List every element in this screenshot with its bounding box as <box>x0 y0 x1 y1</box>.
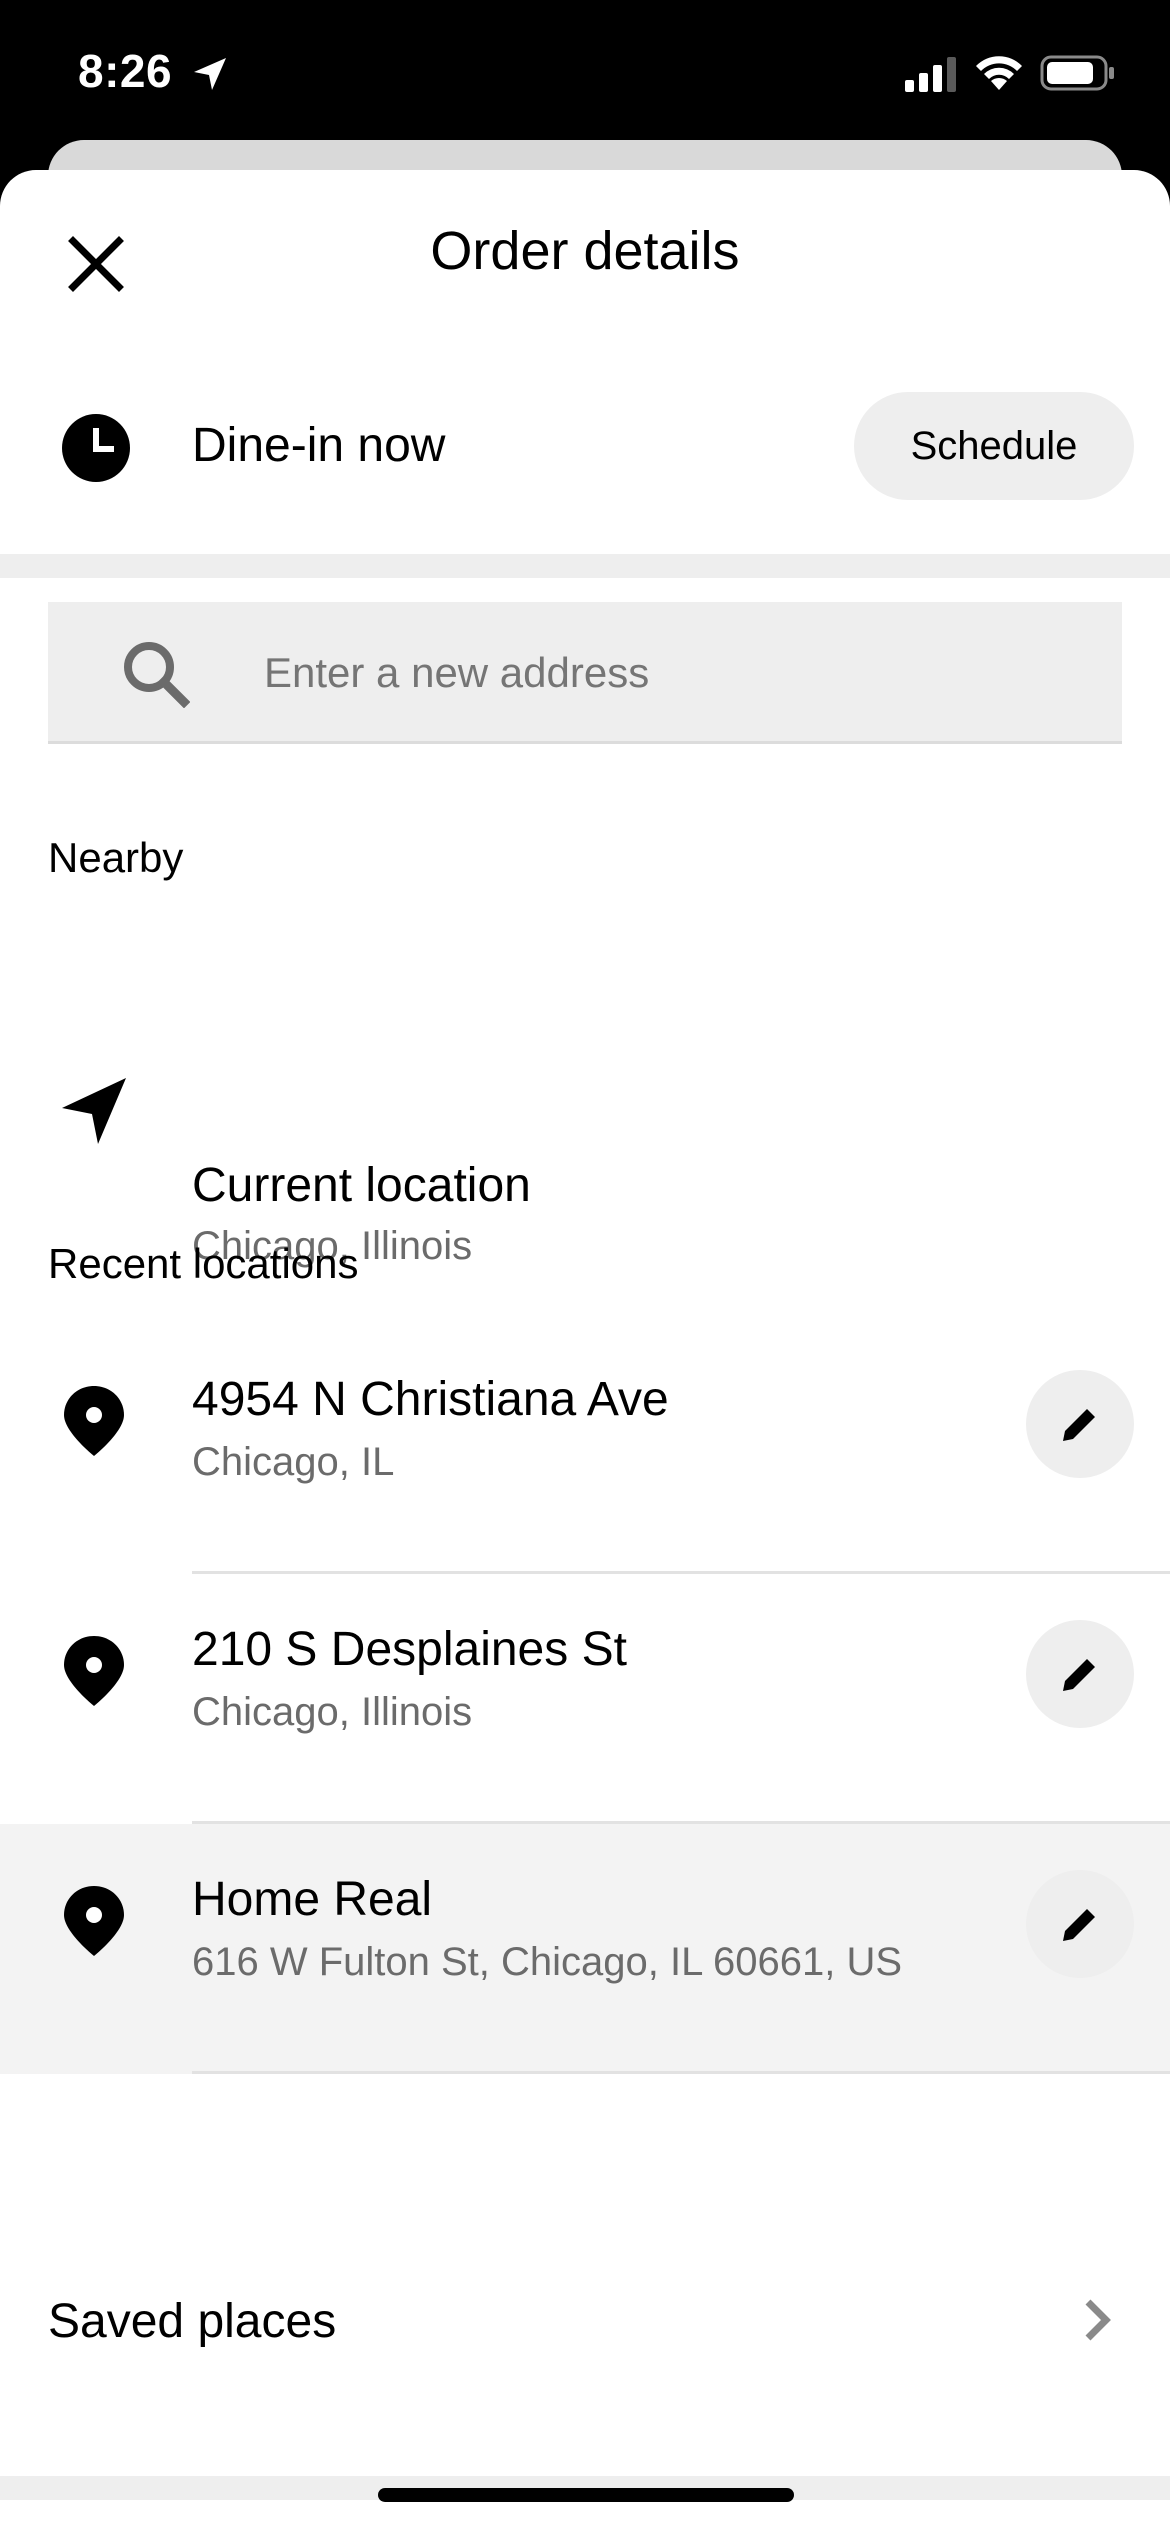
address-search-box[interactable] <box>48 602 1122 744</box>
home-indicator[interactable] <box>378 2488 794 2502</box>
edit-location-button[interactable] <box>1026 1870 1134 1978</box>
nearby-heading: Nearby <box>48 834 184 881</box>
recent-locations-heading: Recent locations <box>48 1240 359 1287</box>
page-title: Order details <box>430 221 740 281</box>
battery-icon <box>1040 55 1114 91</box>
pencil-icon <box>1063 1409 1095 1441</box>
order-details-sheet: Order details Dine-in now Schedule Nearb… <box>0 170 1170 2532</box>
location-pin-icon <box>64 1636 124 1706</box>
recent-location-title: 4954 N Christiana Ave <box>192 1373 669 1426</box>
edit-location-button[interactable] <box>1026 1620 1134 1728</box>
recent-location-subtitle: Chicago, IL <box>192 1440 395 1484</box>
recent-location-subtitle: 616 W Fulton St, Chicago, IL 60661, US <box>192 1940 903 1984</box>
saved-places-row[interactable]: Saved places <box>0 2244 1170 2394</box>
recent-location-title: Home Real <box>192 1873 433 1926</box>
recent-location-row[interactable]: 4954 N Christiana Ave Chicago, IL <box>0 1324 1170 1574</box>
status-time: 8:26 <box>78 45 173 97</box>
recent-location-row[interactable]: 210 S Desplaines St Chicago, Illinois <box>0 1574 1170 1824</box>
saved-places-label: Saved places <box>48 2295 337 2348</box>
schedule-button[interactable]: Schedule <box>854 392 1134 500</box>
search-icon <box>124 642 190 708</box>
current-location-title: Current location <box>192 1159 531 1212</box>
clock-icon <box>62 414 130 482</box>
recent-location-title: 210 S Desplaines St <box>192 1623 627 1676</box>
pencil-icon <box>1063 1909 1095 1941</box>
wifi-icon <box>976 56 1022 90</box>
location-services-icon <box>194 58 226 90</box>
dine-in-row: Dine-in now Schedule <box>0 370 1170 520</box>
chevron-right-icon <box>1085 2299 1111 2341</box>
address-search-input[interactable] <box>264 630 1084 716</box>
row-divider <box>192 2071 1170 2074</box>
location-pin-icon <box>64 1386 124 1456</box>
navigation-arrow-icon <box>62 1078 126 1144</box>
dine-in-label: Dine-in now <box>192 419 446 472</box>
recent-location-row[interactable]: Home Real 616 W Fulton St, Chicago, IL 6… <box>0 1824 1170 2074</box>
location-pin-icon <box>64 1886 124 1956</box>
pencil-icon <box>1063 1659 1095 1691</box>
status-bar: 8:26 <box>0 0 1170 150</box>
recent-location-subtitle: Chicago, Illinois <box>192 1690 473 1734</box>
current-location-row[interactable]: Current location Chicago, Illinois <box>0 962 1170 1268</box>
section-divider <box>0 554 1170 578</box>
edit-location-button[interactable] <box>1026 1370 1134 1478</box>
sheet-header: Order details <box>0 170 1170 350</box>
cellular-signal-icon <box>905 57 956 92</box>
